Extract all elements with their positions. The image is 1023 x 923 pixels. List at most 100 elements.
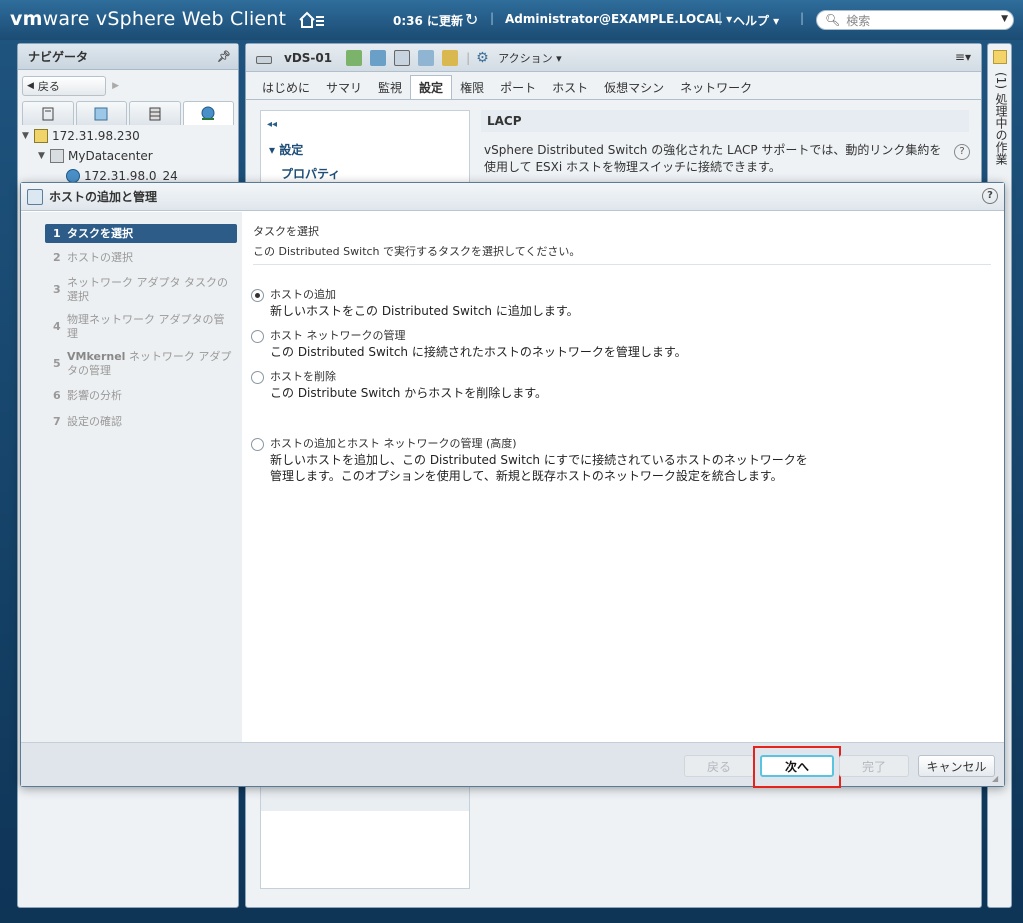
brand-ware: ware xyxy=(42,8,90,30)
option-manage-host-networking[interactable]: ホスト ネットワークの管理 この Distributed Switch に接続さ… xyxy=(251,328,991,360)
wizard-icon xyxy=(27,188,43,205)
lacp-title: LACP xyxy=(481,110,969,132)
option-label: ホストの追加 xyxy=(270,288,336,301)
tab-permissions[interactable]: 権限 xyxy=(452,75,492,99)
tab-monitor[interactable]: 監視 xyxy=(370,75,410,99)
search-input[interactable]: 検索 xyxy=(846,12,870,29)
step-select-task[interactable]: 1 タスクを選択 xyxy=(45,224,237,243)
cancel-button[interactable]: キャンセル xyxy=(918,755,995,777)
tree-node-datacenter[interactable]: ▼ MyDatacenter xyxy=(22,146,236,166)
inventory-tree: ▼ 172.31.98.230 ▼ MyDatacenter 172.31.98… xyxy=(22,126,236,186)
hosts-clusters-tab[interactable] xyxy=(22,101,74,125)
migrate-icon[interactable] xyxy=(418,49,435,66)
chevron-left-icon: ◀ xyxy=(27,81,34,91)
help-icon[interactable]: ? xyxy=(982,188,998,204)
option-desc: 新しいホストをこの Distributed Switch に追加します。 xyxy=(270,304,579,318)
tree-node-label: MyDatacenter xyxy=(68,149,153,163)
divider xyxy=(253,264,991,265)
dialog-footer: 戻る 次へ 完了 キャンセル ◢ xyxy=(21,742,1004,788)
content-heading: タスクを選択 xyxy=(253,225,319,238)
step-ready-to-complete: 7 設定の確認 xyxy=(53,415,122,428)
panel-menu-icon[interactable]: ≡▾ xyxy=(955,50,971,64)
tab-vms[interactable]: 仮想マシン xyxy=(596,75,672,99)
top-header: vmware vSphere Web Client 0:36 に更新 ↻ | A… xyxy=(0,0,1023,40)
tab-hosts[interactable]: ホスト xyxy=(544,75,596,99)
help-icon[interactable]: ? xyxy=(954,144,970,160)
tab-configure[interactable]: 設定 xyxy=(410,75,453,99)
step-vmkernel-adapters: 5 VMkernel ネットワーク アダプタの管理 xyxy=(53,350,232,377)
content-subheading: この Distributed Switch で実行するタスクを選択してください。 xyxy=(253,245,581,258)
manage-host-icon[interactable] xyxy=(370,49,387,66)
settings-section[interactable]: ▾ 設定 xyxy=(269,141,303,158)
object-tabs: はじめに サマリ 監視 設定 権限 ポート ホスト 仮想マシン ネットワーク xyxy=(246,72,981,100)
home-icon[interactable] xyxy=(298,10,326,30)
add-host-icon[interactable] xyxy=(346,49,363,66)
networking-tab[interactable] xyxy=(182,101,234,125)
tree-node-label: 172.31.98.230 xyxy=(52,129,140,143)
chevron-right-icon: ▶ xyxy=(112,81,119,91)
header-divider: | xyxy=(490,11,495,25)
user-menu[interactable]: Administrator@EXAMPLE.LOCAL ▾ xyxy=(505,12,732,26)
option-desc: 新しいホストを追加し、この Distributed Switch にすでに接続さ… xyxy=(270,453,808,483)
collapse-icon[interactable]: ◂◂ xyxy=(267,119,277,130)
tab-getting-started[interactable]: はじめに xyxy=(254,75,318,99)
brand-product: vSphere Web Client xyxy=(89,8,287,30)
option-remove-hosts[interactable]: ホストを削除 この Distribute Switch からホストを削除します。 xyxy=(251,369,991,401)
network-globe-icon xyxy=(201,106,215,120)
tab-networks[interactable]: ネットワーク xyxy=(672,75,760,99)
object-title: vDS-01 xyxy=(284,50,333,65)
add-manage-hosts-dialog: ホストの追加と管理 ? 1 タスクを選択 2 ホストの選択 3 ネットワーク アダプタ… xyxy=(20,182,1006,788)
expand-icon[interactable]: ▼ xyxy=(22,131,34,141)
option-add-hosts[interactable]: ホストの追加 新しいホストをこの Distributed Switch に追加し… xyxy=(251,287,991,319)
storage-icon xyxy=(149,107,161,120)
work-in-progress-label[interactable]: (1) 処理中の作業 xyxy=(993,72,1010,165)
help-menu[interactable]: ヘルプ ▾ xyxy=(733,12,779,29)
expand-icon[interactable]: ▼ xyxy=(38,151,50,161)
global-search[interactable]: 🔍︎ 検索 ▼ xyxy=(816,10,1014,30)
navigator-tabs xyxy=(22,101,236,125)
wizard-content: タスクを選択 この Distributed Switch で実行するタスクを選択… xyxy=(251,212,1006,742)
pin-icon[interactable]: 📌︎ xyxy=(217,50,231,63)
back-button[interactable]: 戻る xyxy=(684,755,754,777)
option-add-and-manage-advanced[interactable]: ホストの追加とホスト ネットワークの管理 (高度) 新しいホストを追加し、この … xyxy=(251,436,991,484)
next-button[interactable]: 次へ xyxy=(760,755,834,777)
wizard-icon[interactable] xyxy=(394,49,411,66)
step-analyze-impact: 6 影響の分析 xyxy=(53,389,122,402)
tab-ports[interactable]: ポート xyxy=(492,75,544,99)
edit-icon[interactable] xyxy=(442,49,459,66)
tree-node-vcenter[interactable]: ▼ 172.31.98.230 xyxy=(22,126,236,146)
dialog-header: ホストの追加と管理 ? xyxy=(21,183,1004,211)
wizard-steps: 1 タスクを選択 2 ホストの選択 3 ネットワーク アダプタ タスクの選択 4 物理ネ… xyxy=(21,212,242,742)
option-label: ホスト ネットワークの管理 xyxy=(270,329,406,342)
object-toolbar: vDS-01 | ⚙ アクション ▾ ≡▾ xyxy=(246,44,981,72)
back-label: 戻る xyxy=(37,80,60,93)
step-adapter-tasks: 3 ネットワーク アダプタ タスクの選択 xyxy=(53,276,228,303)
navigator-header: ナビゲータ 📌︎ xyxy=(18,44,238,70)
option-desc: この Distribute Switch からホストを削除します。 xyxy=(270,386,548,400)
finish-button[interactable]: 完了 xyxy=(839,755,909,777)
option-label: ホストを削除 xyxy=(270,370,336,383)
header-divider: | xyxy=(800,11,805,25)
step-physical-adapters: 4 物理ネットワーク アダプタの管理 xyxy=(53,313,225,340)
chevron-down-icon[interactable]: ▼ xyxy=(1001,14,1008,24)
note-icon[interactable] xyxy=(993,50,1007,64)
vsphere-logo: vmware vSphere Web Client xyxy=(10,8,286,30)
gear-icon: ⚙ xyxy=(476,49,489,66)
vm-icon xyxy=(94,107,108,120)
radio-add-and-manage-advanced[interactable] xyxy=(251,438,264,451)
navigator-back-button[interactable]: ◀ 戻る ▶ xyxy=(22,76,119,96)
storage-tab[interactable] xyxy=(129,101,181,125)
settings-item-properties[interactable]: プロパティ xyxy=(281,165,340,182)
last-refresh-time: 0:36 に更新 xyxy=(393,14,464,28)
option-desc: この Distributed Switch に接続されたホストのネットワークを管… xyxy=(270,345,687,359)
network-icon xyxy=(66,169,80,183)
radio-add-hosts[interactable] xyxy=(251,289,264,302)
radio-manage-host-networking[interactable] xyxy=(251,330,264,343)
vms-templates-tab[interactable] xyxy=(75,101,127,125)
refresh-icon[interactable]: ↻ xyxy=(465,10,478,29)
actions-menu[interactable]: アクション ▾ xyxy=(498,50,561,66)
host-icon xyxy=(42,107,54,120)
tab-summary[interactable]: サマリ xyxy=(318,75,370,99)
radio-remove-hosts[interactable] xyxy=(251,371,264,384)
resize-grip-icon[interactable]: ◢ xyxy=(992,774,1002,784)
